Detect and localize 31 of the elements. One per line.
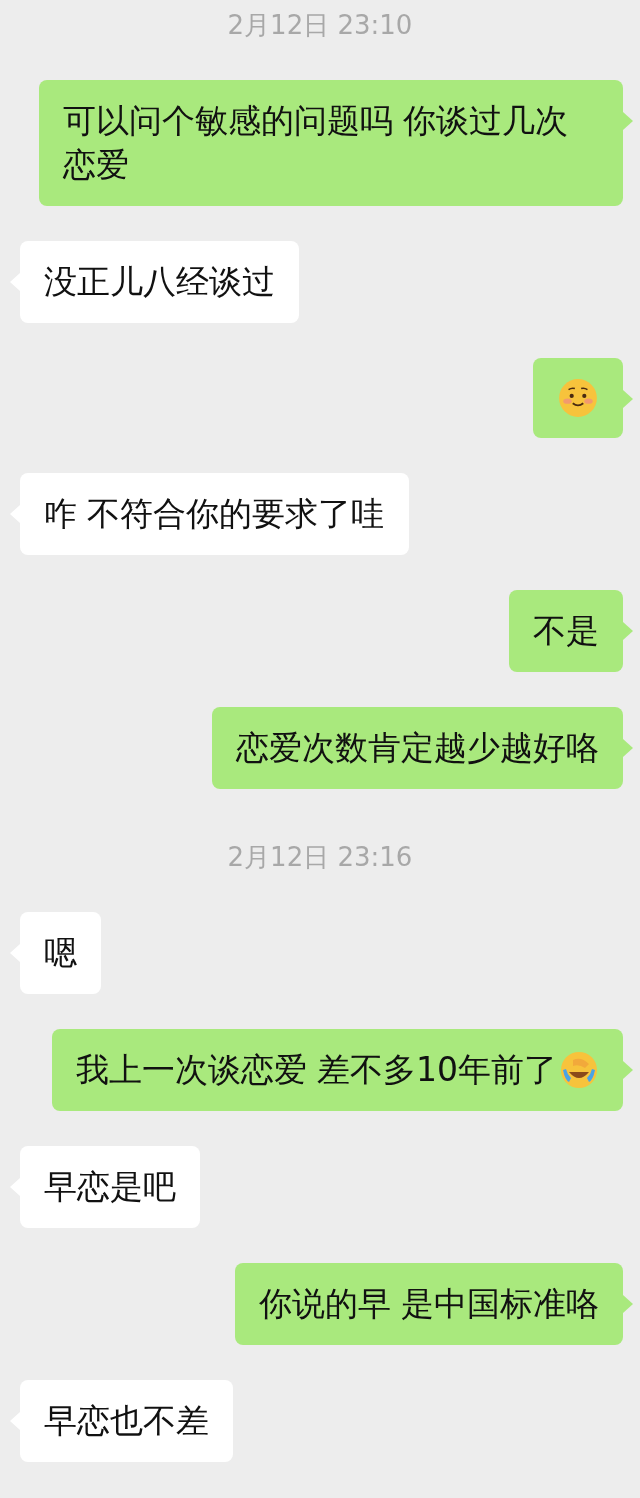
message-bubble[interactable]: 不是 — [509, 590, 623, 672]
bubble-tail — [623, 739, 633, 757]
message-text: 早恋是吧 — [44, 1166, 176, 1208]
message-text: 嗯 — [44, 932, 77, 974]
bubble-tail — [623, 1295, 633, 1313]
message-bubble[interactable]: 早恋是吧 — [20, 1146, 200, 1228]
message-text: 早恋也不差 — [44, 1400, 209, 1442]
message-bubble[interactable]: 我上一次谈恋爱 差不多10年前了 — [51, 1029, 623, 1111]
message-text: 不是 — [533, 610, 599, 652]
bubble-tail — [623, 1061, 633, 1079]
message-bubble[interactable]: 嗯 — [20, 912, 101, 994]
message-bubble[interactable] — [533, 358, 623, 438]
bubble-tail — [623, 112, 633, 130]
timestamp: 2月12日 23:10 — [226, 9, 414, 42]
bubble-tail — [623, 622, 633, 640]
message-bubble[interactable]: 早恋也不差 — [20, 1380, 233, 1462]
message-bubble[interactable]: 恋爱次数肯定越少越好咯 — [212, 707, 623, 789]
laughing-face-icon — [559, 1050, 599, 1090]
bubble-tail — [623, 390, 633, 408]
message-text: 恋爱次数肯定越少越好咯 — [236, 727, 599, 769]
message-bubble[interactable]: 你说的早 是中国标准咯 — [234, 1263, 623, 1345]
message-bubble[interactable]: 可以问个敏感的问题吗 你谈过几次恋爱 — [39, 80, 623, 206]
message-bubble[interactable]: 没正儿八经谈过 — [20, 241, 299, 323]
timestamp: 2月12日 23:16 — [226, 841, 414, 874]
message-text: 我上一次谈恋爱 差不多10年前了 — [75, 1049, 557, 1091]
message-text: 咋 不符合你的要求了哇 — [44, 493, 385, 535]
smiling-face-icon — [557, 377, 599, 419]
message-text: 可以问个敏感的问题吗 你谈过几次恋爱 — [63, 100, 570, 186]
message-text: 你说的早 是中国标准咯 — [258, 1283, 599, 1325]
message-bubble[interactable]: 咋 不符合你的要求了哇 — [20, 473, 409, 555]
message-text: 没正儿八经谈过 — [44, 261, 275, 303]
